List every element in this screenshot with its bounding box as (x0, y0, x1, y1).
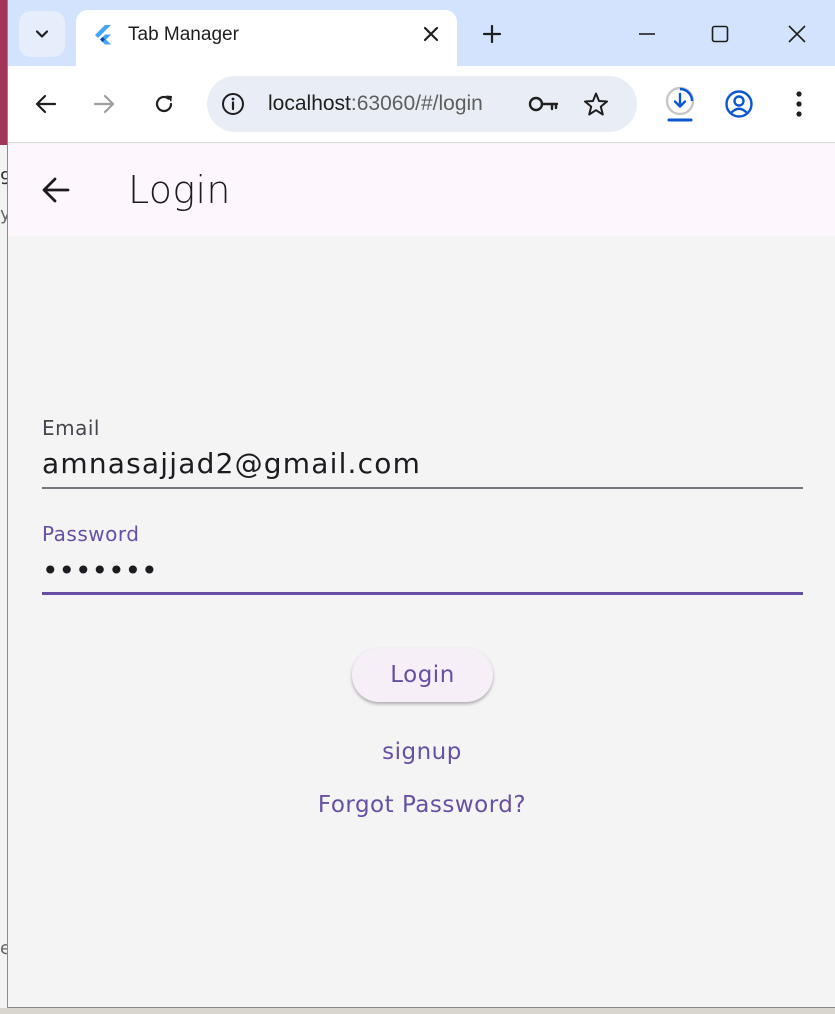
star-icon (584, 92, 608, 116)
desktop-taskbar-edge (0, 1008, 835, 1014)
tab-strip: Tab Manager (8, 0, 835, 66)
password-input[interactable]: ••••••• (42, 554, 158, 587)
window-close-icon (788, 25, 806, 43)
app-bar: Login (8, 144, 835, 236)
download-icon (665, 86, 695, 122)
more-vert-icon (796, 91, 802, 117)
key-icon (528, 96, 559, 112)
new-tab-button[interactable] (476, 18, 508, 50)
password-field[interactable]: Password ••••••• (42, 518, 803, 596)
email-underline (42, 487, 803, 489)
browser-window: Tab Manager localhost:63060/#/login Logi… (7, 0, 835, 1008)
plus-icon (482, 24, 502, 44)
minimize-button[interactable] (627, 14, 667, 54)
email-input[interactable]: amnasajjad2@gmail.com (42, 447, 421, 480)
page-title: Login (128, 168, 231, 212)
app-back-button[interactable] (34, 168, 78, 212)
info-icon[interactable] (219, 90, 247, 118)
url-text[interactable]: localhost:63060/#/login (268, 92, 483, 116)
forgot-password-label[interactable]: Forgot Password? (318, 792, 526, 818)
password-label: Password (42, 522, 140, 546)
login-button[interactable]: Login (352, 648, 493, 702)
signup-label[interactable]: signup (382, 739, 462, 765)
maximize-button[interactable] (700, 14, 740, 54)
password-underline (42, 592, 803, 595)
signup-link[interactable]: signup (8, 739, 835, 765)
minimize-icon (639, 33, 655, 35)
maximize-icon (711, 25, 729, 43)
login-form: Email amnasajjad2@gmail.com Password •••… (8, 236, 835, 1007)
email-field[interactable]: Email amnasajjad2@gmail.com (42, 412, 803, 490)
browser-back-button[interactable] (26, 84, 66, 124)
forgot-password-link[interactable]: Forgot Password? (8, 792, 835, 818)
profile-icon (725, 90, 753, 118)
browser-tab-active[interactable]: Tab Manager (76, 10, 457, 66)
reload-icon (155, 95, 173, 113)
browser-menu-button[interactable] (779, 84, 819, 124)
tab-search-button[interactable] (19, 11, 65, 57)
browser-forward-button[interactable] (84, 84, 124, 124)
forward-arrow-icon (93, 94, 115, 114)
reload-button[interactable] (144, 84, 184, 124)
url-host: localhost (268, 92, 351, 115)
profile-button[interactable] (719, 84, 759, 124)
bookmark-button[interactable] (581, 89, 611, 119)
email-label: Email (42, 416, 100, 440)
downloads-button[interactable] (660, 84, 700, 124)
back-arrow-icon (42, 177, 70, 203)
back-arrow-icon (35, 94, 57, 114)
browser-toolbar: localhost:63060/#/login (8, 66, 835, 143)
close-icon (423, 26, 439, 42)
tab-close-button[interactable] (417, 20, 445, 48)
tab-search-icon (35, 30, 49, 38)
url-path: :63060/#/login (350, 92, 483, 115)
flutter-icon (95, 25, 111, 45)
tab-title: Tab Manager (128, 24, 239, 45)
window-close-button[interactable] (777, 14, 817, 54)
address-bar[interactable]: localhost:63060/#/login (207, 76, 637, 132)
password-key-button[interactable] (527, 89, 561, 119)
